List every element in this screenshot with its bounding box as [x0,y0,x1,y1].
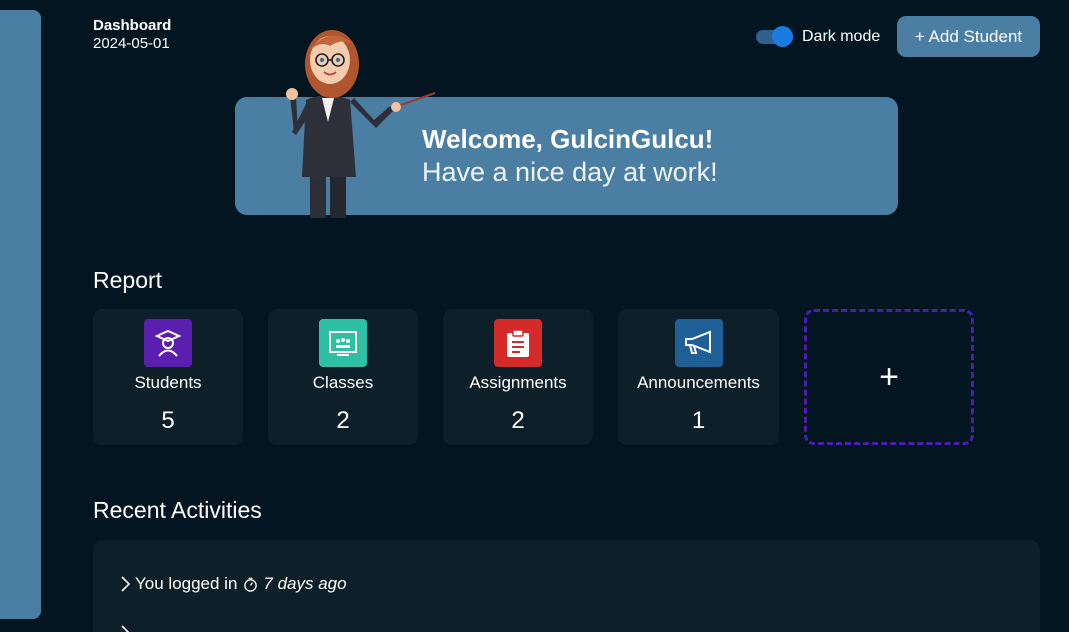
clipboard-icon [494,319,542,367]
dark-mode-label: Dark mode [802,27,881,45]
classroom-board-icon [319,319,367,367]
report-card-announcements[interactable]: Announcements 1 [618,309,779,445]
card-value: 5 [161,407,175,434]
card-value: 2 [336,407,350,434]
toggle-knob [772,26,793,47]
chevron-right-icon [121,625,130,632]
report-card-assignments[interactable]: Assignments 2 [443,309,593,445]
welcome-greeting: Welcome, GulcinGulcu! [422,124,714,154]
report-title: Report [93,267,163,293]
page-header: Dashboard 2024-05-01 [93,17,171,53]
teacher-illustration [286,30,436,218]
plus-icon: + [879,357,899,396]
card-label: Students [134,373,202,392]
activity-item[interactable]: You logged in 7 days ago [119,574,347,594]
dark-mode-control: Dark mode [756,26,880,47]
dark-mode-toggle[interactable] [756,26,793,47]
card-label: Announcements [637,373,760,392]
page-date: 2024-05-01 [93,35,170,52]
chevron-right-icon [121,576,131,592]
card-value: 2 [511,407,525,434]
add-report-card-button[interactable]: + [804,309,974,445]
report-card-classes[interactable]: Classes 2 [268,309,418,445]
activity-time: 7 days ago [263,574,347,593]
sidebar [0,10,41,619]
card-value: 1 [691,407,706,434]
graduation-cap-icon [144,319,192,367]
page-title: Dashboard [93,17,172,34]
report-card-students[interactable]: Students 5 [93,309,243,445]
card-label: Assignments [469,373,567,392]
recent-activities-title: Recent Activities [93,497,262,523]
recent-activities-panel: You logged in 7 days ago [93,540,1040,632]
card-label: Classes [312,373,374,392]
add-student-button[interactable]: + Add Student [897,16,1040,57]
activity-text: You logged in [135,574,238,593]
activity-item[interactable] [119,624,135,632]
welcome-subtitle: Have a nice day at work! [422,157,718,187]
megaphone-icon [674,319,723,367]
timer-icon [244,577,258,592]
